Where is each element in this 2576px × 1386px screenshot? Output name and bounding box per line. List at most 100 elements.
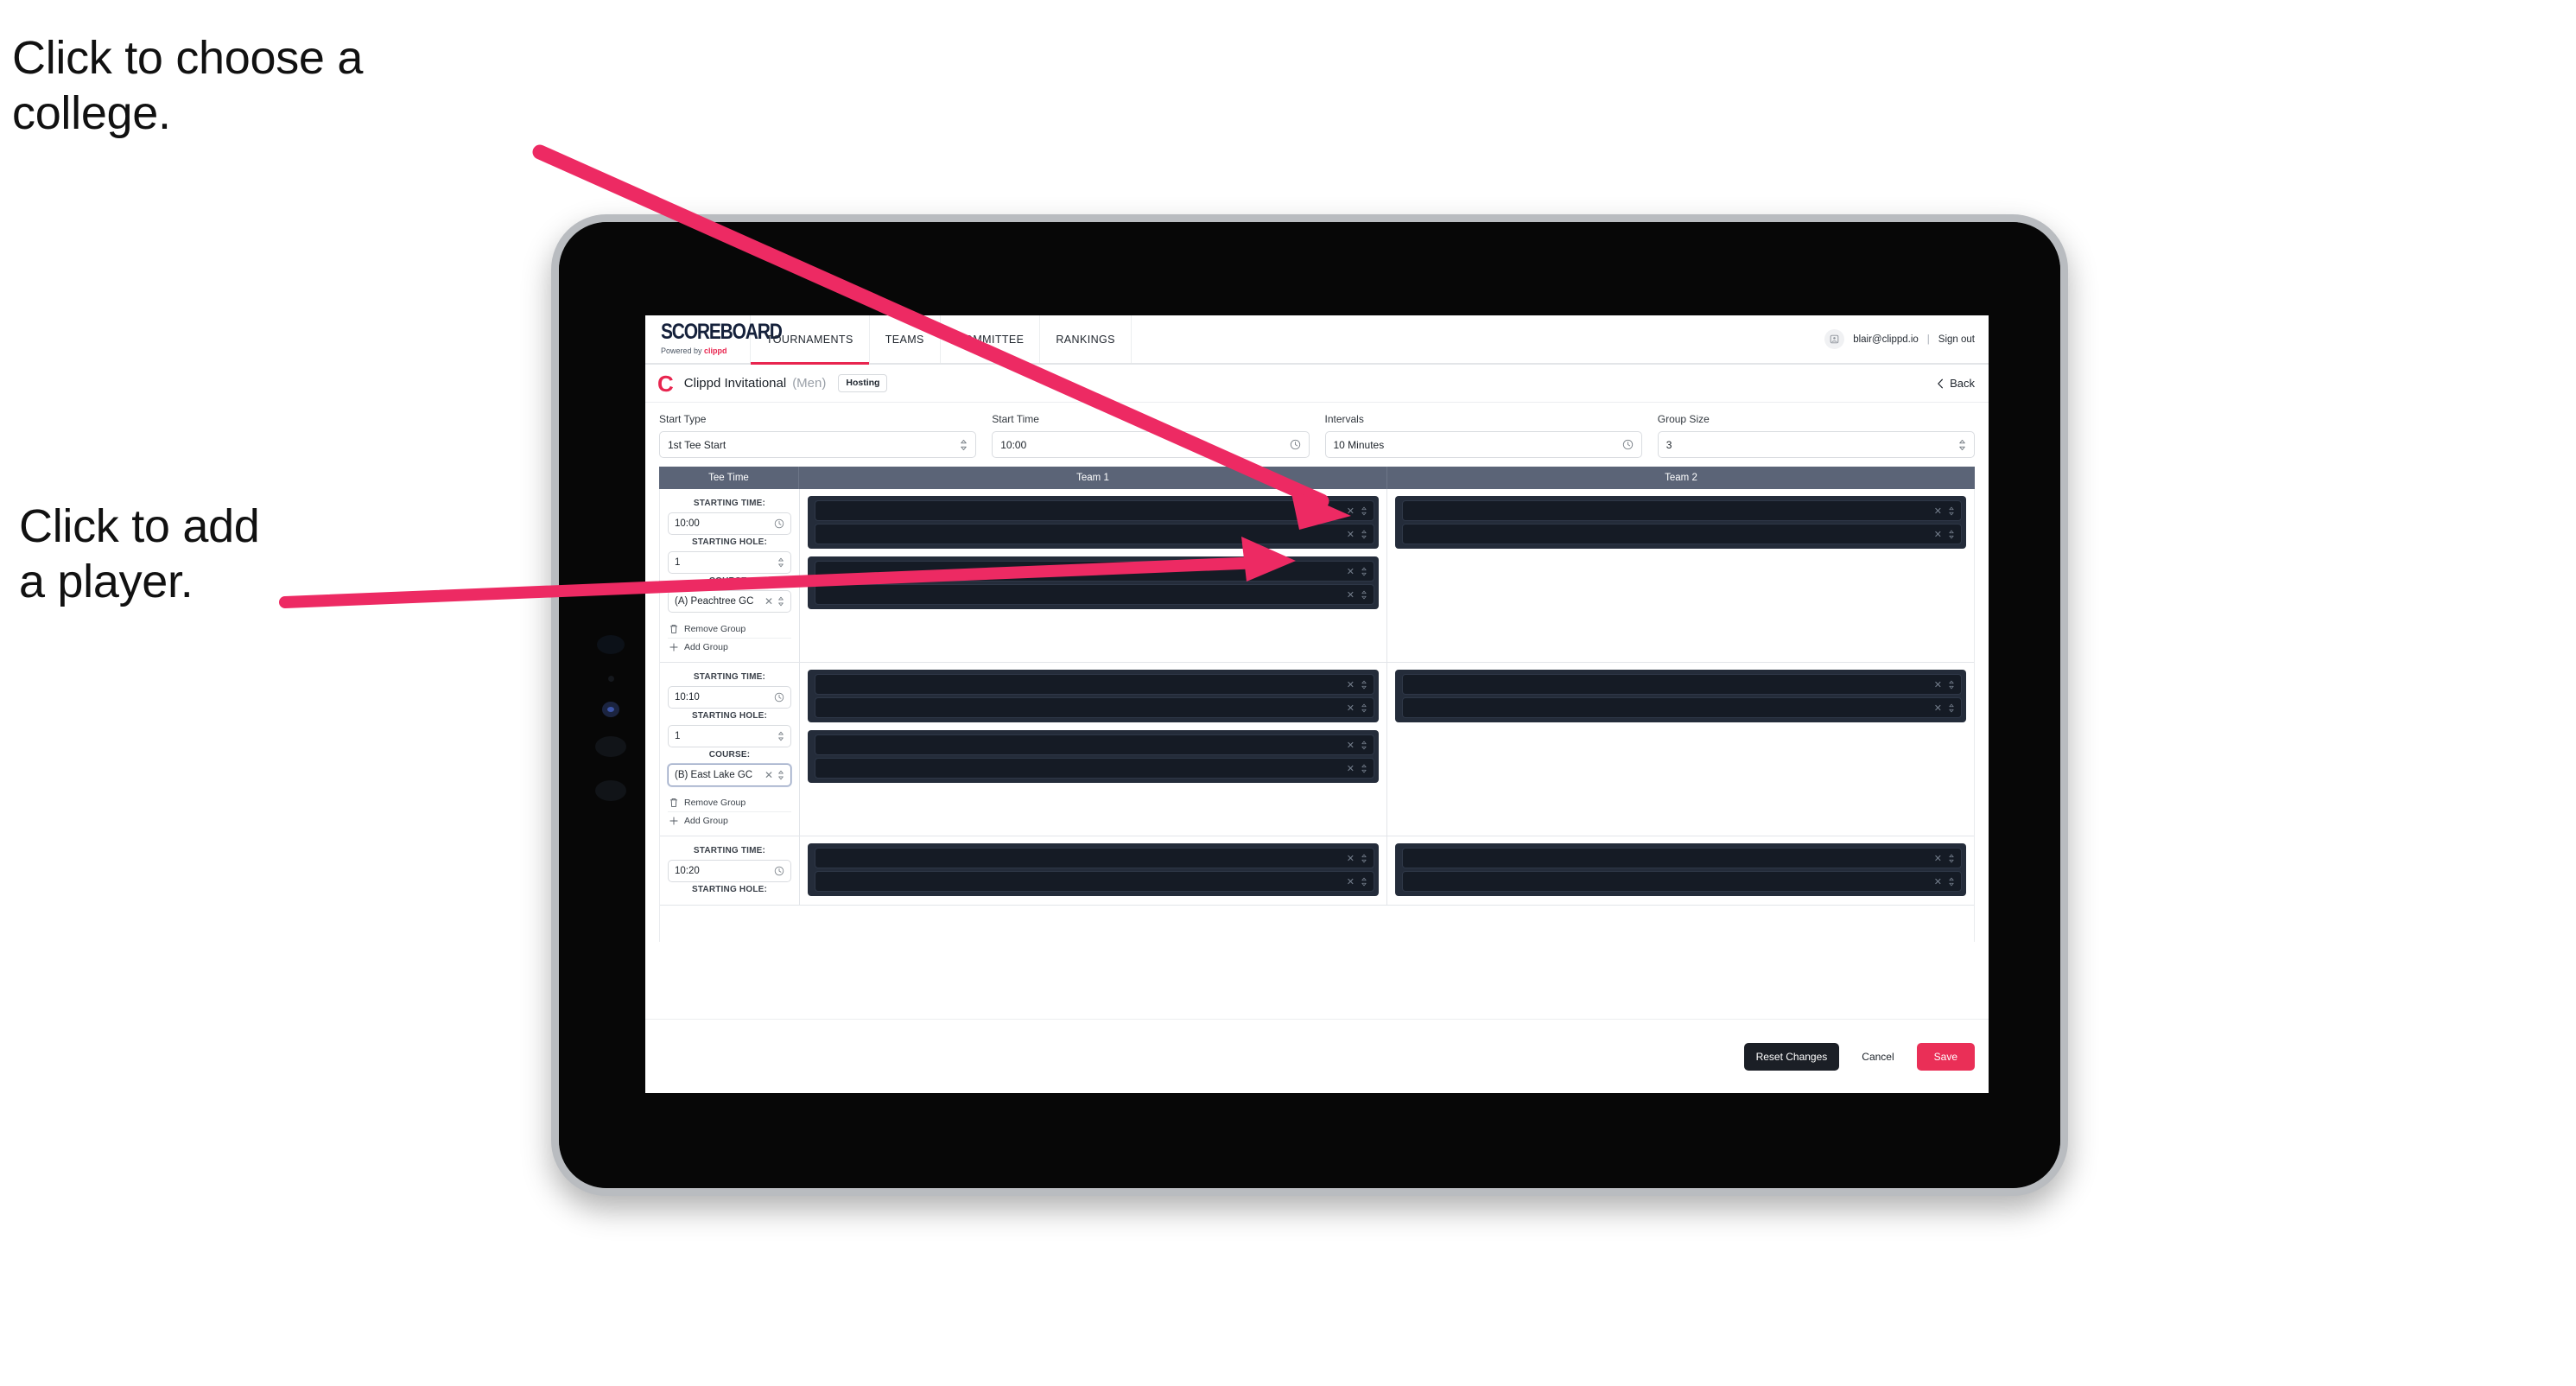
clear-icon[interactable]: ✕ [1347,505,1355,517]
course-label: COURSE: [708,576,751,586]
trash-icon [669,798,678,808]
trash-icon [669,624,678,634]
player-select[interactable]: ✕ [815,758,1374,779]
reset-changes-button[interactable]: Reset Changes [1743,1042,1840,1071]
clear-icon[interactable]: ✕ [1347,589,1355,601]
column-header-team-1: Team 1 [799,467,1387,489]
tee-time-cell: STARTING TIME: 10:10 STARTING HOLE: 1 CO… [660,663,800,836]
nav-item-rankings[interactable]: RANKINGS [1040,315,1132,363]
remove-group-button[interactable]: Remove Group [668,620,791,638]
sign-out-link[interactable]: Sign out [1938,334,1975,345]
clear-icon[interactable]: ✕ [765,595,773,607]
control-label: Intervals [1324,413,1364,425]
clear-icon[interactable]: ✕ [1347,529,1355,540]
table-header-row: Tee Time Team 1 Team 2 [659,467,1975,489]
player-select[interactable]: ✕ [815,500,1374,521]
control-label: Start Type [659,413,707,425]
starting-hole-label: STARTING HOLE: [691,885,768,894]
chevron-updown-icon [777,770,784,780]
group-actions: Remove Group Add Group [668,794,791,830]
course-select[interactable]: (B) East Lake GC ✕ [668,764,791,786]
player-select[interactable]: ✕ [1402,871,1962,892]
starting-time-input[interactable]: 10:00 [668,512,791,535]
control-start-type: Start Type 1st Tee Start [659,413,977,458]
chevron-updown-icon [777,596,784,607]
player-select[interactable]: ✕ [815,584,1374,605]
chevron-updown-icon [1948,877,1955,887]
app-logo[interactable]: SCOREBOARD Powered by clippd [645,315,783,363]
clear-icon[interactable]: ✕ [1934,529,1942,540]
annotation-choose-college: Click to choose a college. [12,32,364,139]
starting-time-label: STARTING TIME: [693,672,766,682]
player-select[interactable]: ✕ [815,524,1374,544]
starting-hole-label: STARTING HOLE: [691,711,768,721]
player-slot-group: ✕ ✕ [808,843,1379,896]
starting-time-value: 10:00 [675,518,700,529]
player-select[interactable]: ✕ [815,871,1374,892]
clear-icon[interactable]: ✕ [1934,679,1942,690]
team-2-cell: ✕ ✕ [1387,489,1974,662]
starting-hole-input[interactable]: 1 [668,551,791,574]
logo-wordmark: SCOREBOARD [661,320,783,345]
nav-item-committee[interactable]: COMMITTEE [941,315,1041,363]
player-select[interactable]: ✕ [1402,848,1962,868]
save-button[interactable]: Save [1916,1042,1975,1071]
player-select[interactable]: ✕ [1402,697,1962,718]
chevron-updown-icon [1948,680,1955,690]
back-button[interactable]: Back [1937,377,1975,390]
add-group-label: Add Group [684,642,728,652]
camera-lens-blue-icon [602,702,619,717]
clear-icon[interactable]: ✕ [1347,763,1355,774]
player-select[interactable]: ✕ [815,674,1374,695]
group-size-value: 3 [1666,438,1672,451]
player-select[interactable]: ✕ [815,848,1374,868]
intervals-value: 10 Minutes [1333,438,1385,451]
camera-lens-icon [597,635,625,654]
player-slot-group: ✕ ✕ [808,496,1379,549]
player-slot-group: ✕ ✕ [808,556,1379,609]
clear-icon[interactable]: ✕ [765,769,773,781]
tee-time-table-body[interactable]: STARTING TIME: 10:00 STARTING HOLE: 1 CO… [659,489,1975,942]
starting-time-input[interactable]: 10:20 [668,860,791,882]
starting-hole-input[interactable]: 1 [668,725,791,747]
cancel-button[interactable]: Cancel [1853,1043,1902,1071]
chevron-updown-icon [1361,506,1367,516]
player-select[interactable]: ✕ [815,697,1374,718]
course-label: COURSE: [708,750,751,760]
clear-icon[interactable]: ✕ [1934,505,1942,517]
remove-group-button[interactable]: Remove Group [668,794,791,811]
nav-item-tournaments[interactable]: TOURNAMENTS [751,315,870,365]
start-type-select[interactable]: 1st Tee Start [659,431,977,458]
start-time-input[interactable]: 10:00 [992,431,1310,458]
chevron-updown-icon [1361,590,1367,600]
clear-icon[interactable]: ✕ [1934,876,1942,887]
player-select[interactable]: ✕ [1402,674,1962,695]
add-group-button[interactable]: Add Group [668,811,791,830]
clear-icon[interactable]: ✕ [1347,566,1355,577]
clear-icon[interactable]: ✕ [1347,740,1355,751]
starting-time-input[interactable]: 10:10 [668,686,791,709]
clear-icon[interactable]: ✕ [1934,703,1942,714]
back-button-label: Back [1950,377,1975,390]
clear-icon[interactable]: ✕ [1347,853,1355,864]
player-select[interactable]: ✕ [815,734,1374,755]
player-slot-group: ✕ ✕ [808,670,1379,722]
screenshot-root: Click to choose a college. Click to add … [0,0,2576,1386]
chevron-left-icon [1937,378,1944,389]
intervals-input[interactable]: 10 Minutes [1324,431,1642,458]
clear-icon[interactable]: ✕ [1934,853,1942,864]
clear-icon[interactable]: ✕ [1347,876,1355,887]
clear-icon[interactable]: ✕ [1347,679,1355,690]
control-label: Start Time [992,413,1039,425]
player-select[interactable]: ✕ [1402,500,1962,521]
clear-icon[interactable]: ✕ [1347,703,1355,714]
nav-item-teams[interactable]: TEAMS [870,315,941,363]
group-size-select[interactable]: 3 [1657,431,1975,458]
chevron-updown-icon [1361,854,1367,863]
player-select[interactable]: ✕ [1402,524,1962,544]
course-select[interactable]: (A) Peachtree GC ✕ [668,590,791,613]
clippd-logo-icon: C [657,370,674,397]
add-group-button[interactable]: Add Group [668,638,791,656]
player-select[interactable]: ✕ [815,561,1374,582]
user-avatar-icon[interactable] [1824,329,1845,349]
